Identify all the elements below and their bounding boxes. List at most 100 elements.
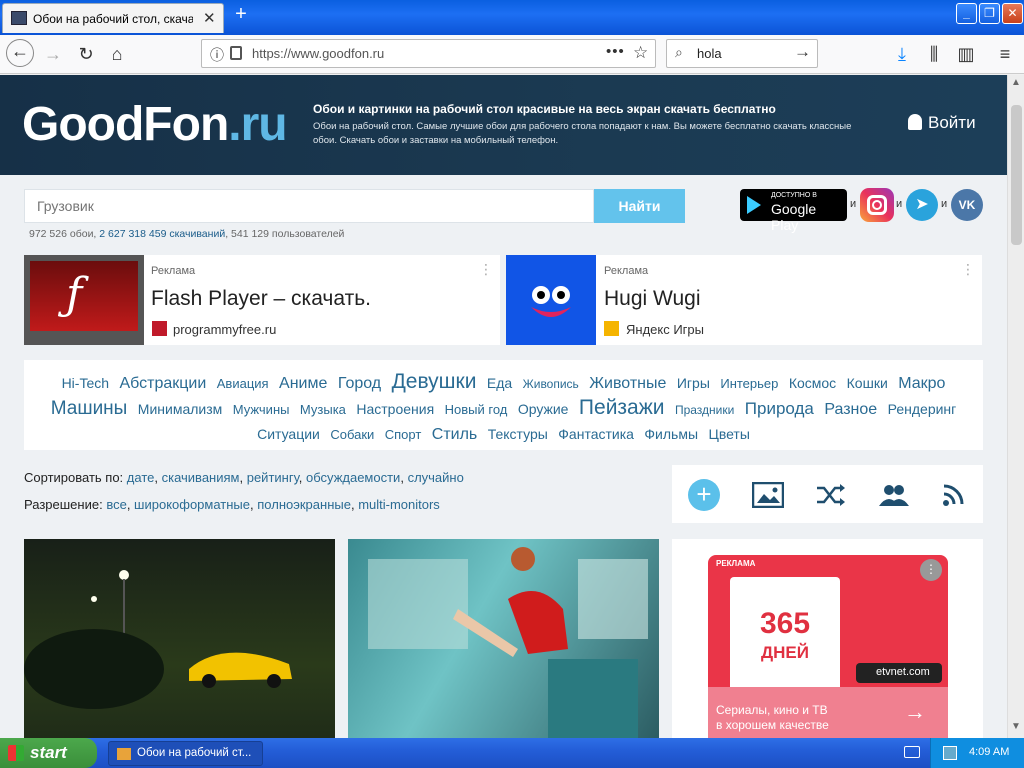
menu-icon[interactable]: ≡ xyxy=(992,41,1018,67)
url-bar[interactable]: ⓘ https://www.goodfon.ru ••• ☆ xyxy=(201,39,656,68)
category-tag[interactable]: Авиация xyxy=(217,376,269,391)
category-tag[interactable]: Пейзажи xyxy=(579,396,665,419)
restore-button[interactable]: ❐ xyxy=(979,3,1000,24)
keyboard-icon[interactable] xyxy=(904,746,920,758)
taskbar-window-item[interactable]: Обои на рабочий ст... xyxy=(108,741,263,766)
minimize-button[interactable]: _ xyxy=(956,3,977,24)
vk-icon[interactable]: VK xyxy=(951,189,983,221)
category-tag[interactable]: Живопись xyxy=(523,377,579,391)
sort-option[interactable]: скачиваниям xyxy=(162,470,240,485)
category-tag[interactable]: Девушки xyxy=(392,370,477,393)
sidebar-ad[interactable]: РЕКЛАМА ⋮ 365 ДНЕЙ etvnet.com Сериалы, к… xyxy=(672,539,983,738)
browser-search-query[interactable]: hola xyxy=(697,46,722,61)
close-window-button[interactable]: ✕ xyxy=(1002,3,1023,24)
wallpaper-thumbnail[interactable] xyxy=(348,539,659,738)
category-tag[interactable]: Разное xyxy=(824,401,877,418)
new-tab-button[interactable]: + xyxy=(230,3,252,26)
reload-button[interactable]: ↻ xyxy=(73,41,99,67)
network-icon[interactable] xyxy=(943,746,957,760)
resolution-option[interactable]: полноэкранные xyxy=(257,497,351,512)
ad-card[interactable]: ƒ Реклама Flash Player – скачать. progra… xyxy=(24,255,500,345)
resolution-option[interactable]: широкоформатные xyxy=(134,497,250,512)
category-tag[interactable]: Фантастика xyxy=(558,426,634,442)
stats-downloads[interactable]: 2 627 318 459 скачиваний xyxy=(99,228,225,240)
browser-search-bar[interactable]: ⌕ hola → xyxy=(666,39,818,68)
category-tag[interactable]: Кошки xyxy=(847,375,888,391)
category-tag[interactable]: Аниме xyxy=(279,375,327,392)
url-text[interactable]: https://www.goodfon.ru xyxy=(252,46,384,61)
scroll-down-icon[interactable]: ▼ xyxy=(1011,721,1021,732)
users-icon[interactable] xyxy=(878,482,909,508)
browser-tab[interactable]: Обои на рабочий стол, скачать ✕ xyxy=(2,3,224,33)
category-tag[interactable]: Животные xyxy=(589,375,666,392)
category-tag[interactable]: Собаки xyxy=(330,427,374,442)
arrow-right-icon[interactable]: → xyxy=(904,699,926,725)
category-tag[interactable]: Музыка xyxy=(300,402,346,417)
category-tag[interactable]: Стиль xyxy=(432,426,478,443)
instagram-icon[interactable] xyxy=(860,188,894,222)
add-icon[interactable]: + xyxy=(688,479,720,511)
ad-title[interactable]: Hugi Wugi xyxy=(604,287,701,311)
category-tag[interactable]: Город xyxy=(338,375,381,392)
category-tag[interactable]: Ситуации xyxy=(257,426,320,442)
category-tag[interactable]: Настроения xyxy=(356,401,434,417)
category-tag[interactable]: Игры xyxy=(677,375,710,391)
category-tag[interactable]: Цветы xyxy=(708,426,749,442)
more-options-icon[interactable]: ⋮ xyxy=(920,559,942,581)
downloads-icon[interactable]: ⤓ xyxy=(889,41,915,67)
ad-image[interactable] xyxy=(506,255,596,345)
search-submit-button[interactable]: Найти xyxy=(594,189,685,223)
library-icon[interactable]: ⫼ xyxy=(921,41,947,67)
page-scrollbar[interactable]: ▲ ▼ xyxy=(1007,75,1024,738)
wallpaper-thumbnail[interactable] xyxy=(24,539,335,738)
category-tag[interactable]: Рендеринг xyxy=(888,401,957,417)
ad-banner[interactable]: РЕКЛАМА ⋮ 365 ДНЕЙ etvnet.com Сериалы, к… xyxy=(708,555,948,738)
close-tab-icon[interactable]: ✕ xyxy=(203,9,216,27)
search-go-icon[interactable]: → xyxy=(794,42,811,62)
category-tag[interactable]: Абстракции xyxy=(119,375,206,392)
sort-option[interactable]: обсуждаемости xyxy=(306,470,400,485)
sidebar-icon[interactable]: ▥ xyxy=(953,41,979,67)
category-tag[interactable]: Текстуры xyxy=(488,426,548,442)
home-button[interactable]: ⌂ xyxy=(104,41,130,67)
sort-option[interactable]: рейтингу xyxy=(247,470,299,485)
bookmark-star-icon[interactable]: ☆ xyxy=(633,43,648,63)
more-options-icon[interactable]: ⋮ xyxy=(961,261,975,278)
scrollbar-thumb[interactable] xyxy=(1011,105,1022,245)
ad-source[interactable]: programmyfree.ru xyxy=(173,322,276,337)
category-tag[interactable]: Еда xyxy=(487,375,512,391)
sort-option[interactable]: дате xyxy=(127,470,155,485)
site-logo[interactable]: GoodFon.ru xyxy=(22,97,288,152)
page-actions-icon[interactable]: ••• xyxy=(606,43,625,60)
ad-cta[interactable]: Сериалы, кино и ТВ в хорошем качестве → xyxy=(708,687,948,738)
image-icon[interactable] xyxy=(751,481,785,509)
category-tag[interactable]: Природа xyxy=(745,399,814,418)
shuffle-icon[interactable] xyxy=(815,482,845,508)
scroll-up-icon[interactable]: ▲ xyxy=(1011,77,1021,88)
category-tag[interactable]: Спорт xyxy=(385,427,422,442)
ad-source[interactable]: Яндекс Игры xyxy=(626,322,704,337)
category-tag[interactable]: Новый год xyxy=(445,402,508,417)
info-icon[interactable]: ⓘ xyxy=(210,45,224,65)
category-tag[interactable]: Космос xyxy=(789,375,836,391)
category-tag[interactable]: Фильмы xyxy=(644,426,698,442)
category-tag[interactable]: Мужчины xyxy=(233,402,290,417)
lock-icon[interactable] xyxy=(230,46,242,60)
forward-button[interactable]: → xyxy=(40,41,66,67)
category-tag[interactable]: Макро xyxy=(898,375,945,392)
category-tag[interactable]: Hi-Tech xyxy=(62,375,109,391)
category-tag[interactable]: Праздники xyxy=(675,403,734,417)
ad-card[interactable]: Реклама Hugi Wugi Яндекс Игры ⋮ xyxy=(506,255,982,345)
category-tag[interactable]: Оружие xyxy=(518,401,569,417)
category-tag[interactable]: Интерьер xyxy=(720,376,778,391)
rss-icon[interactable] xyxy=(940,482,970,508)
start-button[interactable]: start xyxy=(0,738,97,768)
ad-image[interactable]: ƒ xyxy=(24,255,144,345)
google-play-badge[interactable]: ДОСТУПНО В Google Play xyxy=(740,189,847,233)
site-search-input[interactable] xyxy=(24,189,594,223)
category-tag[interactable]: Машины xyxy=(51,398,128,419)
ad-title[interactable]: Flash Player – скачать. xyxy=(151,287,371,311)
resolution-option[interactable]: multi-monitors xyxy=(358,497,440,512)
category-tag[interactable]: Минимализм xyxy=(138,401,222,417)
resolution-option[interactable]: все xyxy=(106,497,127,512)
